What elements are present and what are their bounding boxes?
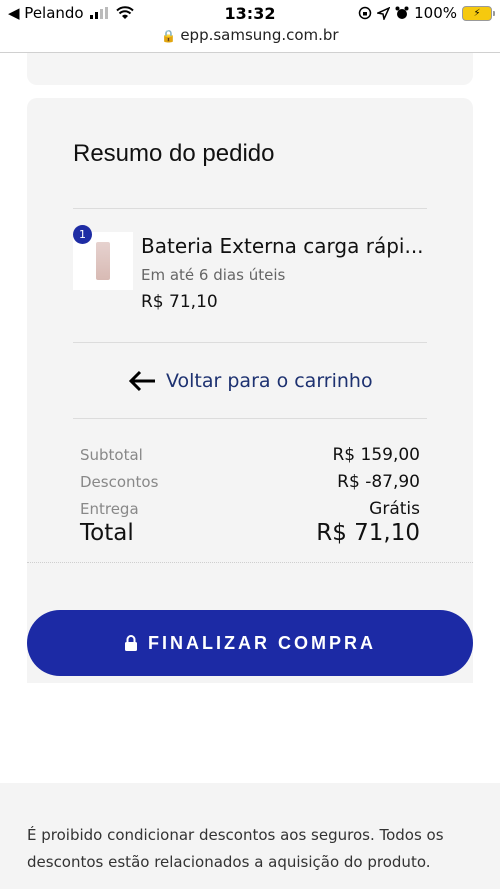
battery-percent: 100% [414,4,457,22]
back-to-cart-label: Voltar para o carrinho [166,370,373,392]
shipping-label: Entrega [80,500,139,518]
discount-label: Descontos [80,473,159,491]
discount-value: R$ -87,90 [337,472,420,492]
subtotal-value: R$ 159,00 [332,445,420,465]
rotation-lock-icon [358,6,372,20]
location-icon [377,6,391,20]
shipping-value: Grátis [369,499,420,519]
delivery-estimate: Em até 6 dias úteis [141,266,286,284]
order-summary-title: Resumo do pedido [73,140,275,167]
arrow-left-icon [128,370,155,392]
status-bar: ◀ Pelando 13:32 100% ⚡ [0,0,500,26]
back-to-cart-link[interactable]: Voltar para o carrinho [128,370,373,392]
lock-icon [125,635,137,651]
divider [73,208,427,209]
divider [73,342,427,343]
quantity-badge: 1 [73,225,92,244]
checkout-button-label: FINALIZAR COMPRA [148,632,376,653]
lock-icon: 🔒 [161,29,177,43]
previous-section-card [27,53,473,85]
url-bar[interactable]: 🔒 epp.samsung.com.br [0,26,500,50]
total-value: R$ 71,10 [316,520,420,546]
footer-disclaimer: É proibido condicionar descontos aos seg… [27,826,444,871]
battery-charging-icon: ⚡ [462,5,495,21]
subtotal-label: Subtotal [80,446,143,464]
total-label: Total [80,520,134,546]
status-right: 100% ⚡ [358,4,495,22]
checkout-button[interactable]: FINALIZAR COMPRA [27,610,473,676]
divider [73,418,427,419]
divider [27,562,473,563]
product-name[interactable]: Bateria Externa carga rápi... [141,234,424,258]
url-text: epp.samsung.com.br [180,26,339,44]
alarm-icon [395,6,409,19]
product-price: R$ 71,10 [141,292,218,312]
